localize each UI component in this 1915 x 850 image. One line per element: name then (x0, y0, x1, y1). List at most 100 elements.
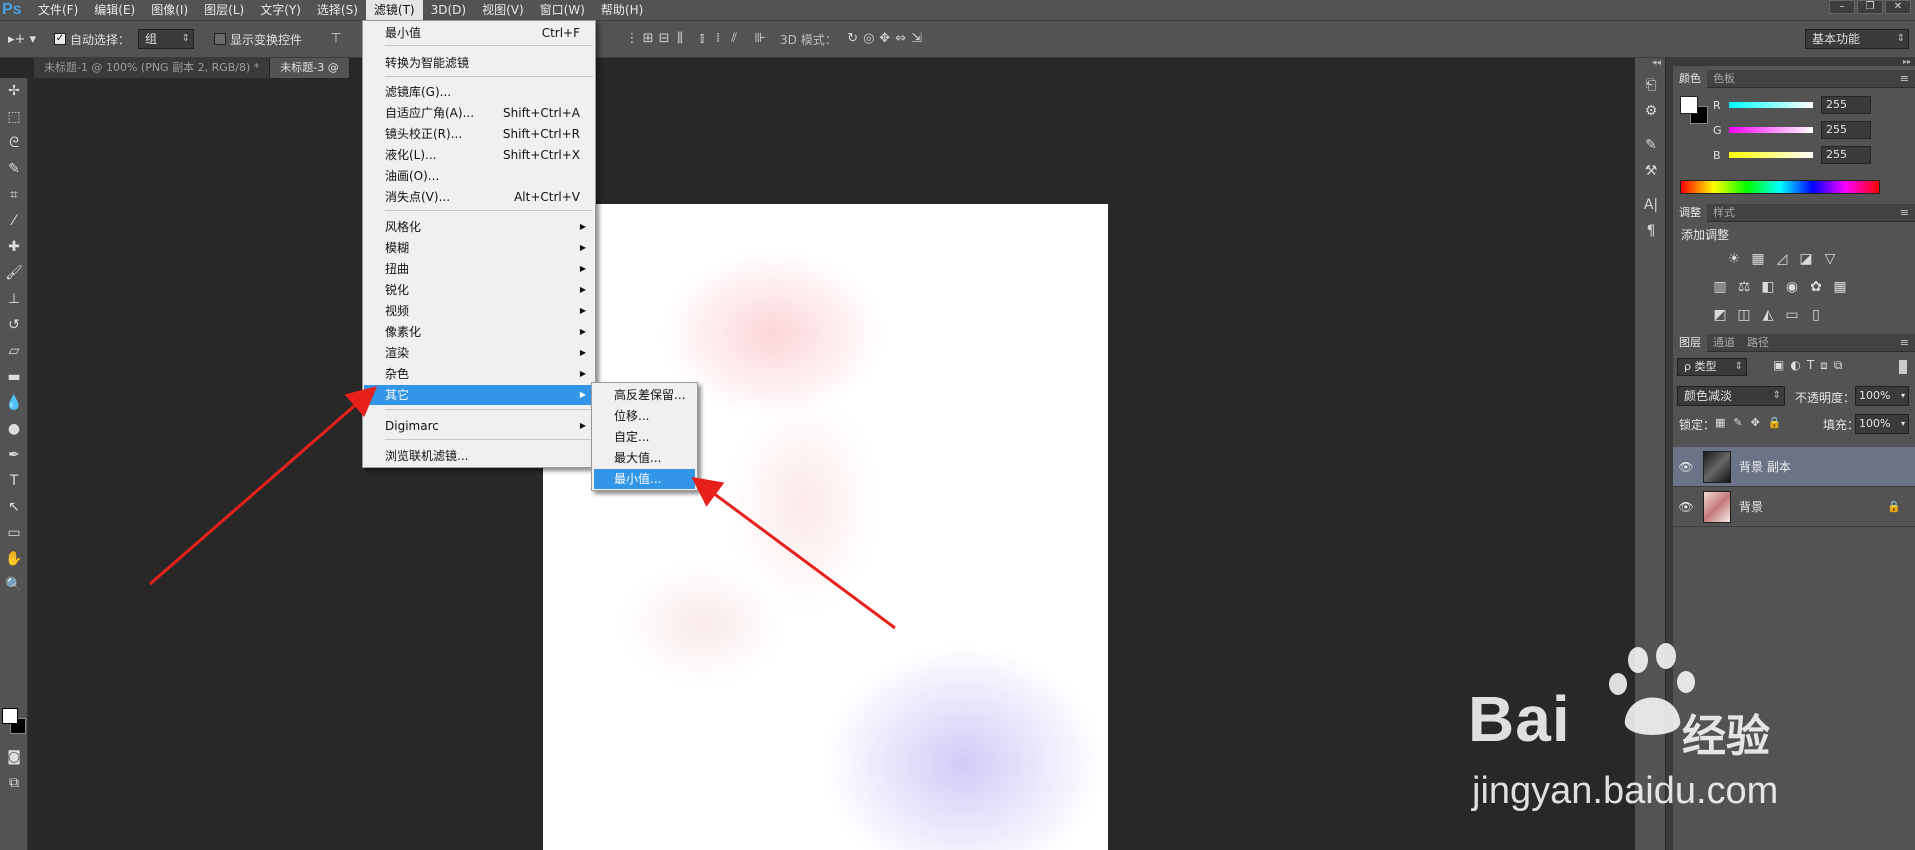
filter-toggle[interactable] (1899, 360, 1907, 374)
submenu-item-high-pass[interactable]: 高反差保留... (594, 385, 695, 405)
tab-paths[interactable]: 路径 (1741, 334, 1775, 352)
fill-input[interactable]: 100% ▾ (1855, 414, 1909, 434)
gradient-tool-icon[interactable]: ▬ (0, 364, 28, 390)
layer-row-background-copy[interactable]: 👁 背景 副本 (1673, 447, 1915, 487)
slider-b[interactable] (1729, 152, 1813, 158)
submenu-item-offset[interactable]: 位移... (594, 406, 695, 426)
menu-edit[interactable]: 编辑(E) (86, 0, 143, 20)
menu-filter[interactable]: 滤镜(T) (365, 0, 423, 20)
tab-document-3[interactable]: 未标题-3 @ (270, 58, 350, 78)
menu-view[interactable]: 视图(V) (474, 0, 532, 20)
photo-filter-icon[interactable]: ◉ (1781, 276, 1803, 298)
history-brush-tool-icon[interactable]: ↺ (0, 312, 28, 338)
distribute-icon-3[interactable]: ⊟ (656, 31, 672, 47)
layer-row-background[interactable]: 👁 背景 🔒 (1673, 487, 1915, 527)
menu-item-browse-online[interactable]: 浏览联机滤镜... (364, 446, 594, 466)
layer-name[interactable]: 背景 (1739, 498, 1763, 515)
tab-swatches[interactable]: 色板 (1707, 70, 1741, 88)
3d-slide-icon[interactable]: ⇔ (893, 31, 909, 47)
submenu-item-minimum[interactable]: 最小值... (594, 469, 695, 489)
blur-tool-icon[interactable]: 💧 (0, 390, 28, 416)
tab-color[interactable]: 颜色 (1673, 70, 1707, 88)
3d-roll-icon[interactable]: ◎ (861, 31, 877, 47)
menu-layer[interactable]: 图层(L) (196, 0, 252, 20)
lock-image-icon[interactable]: ✎ (1733, 416, 1742, 429)
brush-tool-icon[interactable]: 🖌 (0, 260, 28, 286)
auto-select-dropdown[interactable]: 组 (138, 29, 195, 49)
eyedropper-tool-icon[interactable]: ⁄ (0, 208, 28, 234)
menu-item-adaptive-wide-angle[interactable]: 自适应广角(A)... Shift+Ctrl+A (364, 103, 594, 123)
blend-mode-dropdown[interactable]: 颜色减淡 (1677, 386, 1785, 406)
show-transform-checkbox[interactable] (214, 33, 227, 45)
tab-document-1[interactable]: 未标题-1 @ 100% (PNG 副本 2, RGB/8) * (34, 58, 271, 78)
paragraph-panel-icon[interactable]: ¶ (1635, 218, 1667, 244)
distribute-icon-4[interactable]: ⫼ (672, 31, 688, 47)
visibility-eye-icon[interactable]: 👁 (1673, 500, 1699, 514)
menu-item-pixelate[interactable]: 像素化 ▶ (364, 322, 594, 342)
dodge-tool-icon[interactable]: ● (0, 416, 28, 442)
filter-smart-icon[interactable]: ⧉ (1834, 358, 1843, 373)
menu-type[interactable]: 文字(Y) (252, 0, 309, 20)
menu-item-oil-paint[interactable]: 油画(O)... (364, 166, 594, 186)
invert-icon[interactable]: ◩ (1709, 304, 1731, 326)
menu-select[interactable]: 选择(S) (309, 0, 366, 20)
input-r[interactable]: 255 (1821, 96, 1871, 114)
menu-item-video[interactable]: 视频 ▶ (364, 301, 594, 321)
menu-item-last-filter[interactable]: 最小值 Ctrl+F (364, 23, 594, 43)
distribute-icon-1[interactable]: ⋮ (624, 31, 640, 47)
workspace-dropdown[interactable]: 基本功能 (1805, 29, 1909, 49)
threshold-icon[interactable]: ◭ (1757, 304, 1779, 326)
color-spectrum-ramp[interactable] (1680, 180, 1880, 194)
restore-button[interactable]: ❐ (1857, 0, 1883, 14)
brush-presets-icon[interactable]: ⚒ (1635, 158, 1667, 184)
selective-color-icon[interactable]: ▯ (1805, 304, 1827, 326)
distribute-icon-6[interactable]: ⁞ (710, 31, 726, 47)
quick-select-tool-icon[interactable]: ✎ (0, 156, 28, 182)
tab-adjustments[interactable]: 调整 (1673, 204, 1707, 222)
auto-align-icon[interactable]: ⊪ (752, 31, 768, 47)
input-b[interactable]: 255 (1821, 146, 1871, 164)
menu-file[interactable]: 文件(F) (30, 0, 86, 20)
type-tool-icon[interactable]: T (0, 468, 28, 494)
collapse-dock-icon[interactable]: ◂◂ (1635, 58, 1665, 72)
gradient-map-icon[interactable]: ▭ (1781, 304, 1803, 326)
channel-mixer-icon[interactable]: ✿ (1805, 276, 1827, 298)
menu-item-noise[interactable]: 杂色 ▶ (364, 364, 594, 384)
menu-help[interactable]: 帮助(H) (593, 0, 651, 20)
menu-3d[interactable]: 3D(D) (423, 0, 474, 20)
marquee-tool-icon[interactable]: ⬚ (0, 104, 28, 130)
menu-item-filter-gallery[interactable]: 滤镜库(G)... (364, 82, 594, 102)
black-white-icon[interactable]: ◧ (1757, 276, 1779, 298)
tab-channels[interactable]: 通道 (1707, 334, 1741, 352)
document-canvas[interactable] (543, 204, 1108, 850)
auto-select-checkbox[interactable]: ✓ (54, 33, 66, 45)
menu-item-liquify[interactable]: 液化(L)... Shift+Ctrl+X (364, 145, 594, 165)
slider-r[interactable] (1729, 102, 1813, 108)
menu-image[interactable]: 图像(I) (143, 0, 196, 20)
menu-item-convert-smart-filter[interactable]: 转换为智能滤镜 (364, 53, 594, 73)
3d-scale-icon[interactable]: ⇲ (909, 31, 925, 47)
panel-menu-icon[interactable]: ≡ (1900, 334, 1915, 351)
menu-item-vanishing-point[interactable]: 消失点(V)... Alt+Ctrl+V (364, 187, 594, 207)
color-lookup-icon[interactable]: ▦ (1829, 276, 1851, 298)
move-tool-icon[interactable]: ✢ (0, 78, 28, 104)
screen-mode-icon[interactable]: ⧉ (0, 770, 28, 796)
filter-pixel-icon[interactable]: ▣ (1773, 358, 1784, 373)
color-balance-icon[interactable]: ⚖ (1733, 276, 1755, 298)
move-tool-preset-icon[interactable]: ▸+ ▾ (0, 32, 44, 47)
curves-icon[interactable]: ◿ (1771, 248, 1793, 270)
exposure-icon[interactable]: ◪ (1795, 248, 1817, 270)
menu-item-sharpen[interactable]: 锐化 ▶ (364, 280, 594, 300)
3d-rotate-icon[interactable]: ↻ (845, 31, 861, 47)
menu-item-distort[interactable]: 扭曲 ▶ (364, 259, 594, 279)
lasso-tool-icon[interactable]: ᘓ (0, 130, 28, 156)
path-select-tool-icon[interactable]: ↖ (0, 494, 28, 520)
submenu-item-custom[interactable]: 自定... (594, 427, 695, 447)
panel-menu-icon[interactable]: ≡ (1900, 204, 1915, 221)
filter-type-icon[interactable]: T (1807, 358, 1814, 373)
distribute-icon-7[interactable]: ⫽ (726, 31, 742, 47)
lock-transparent-icon[interactable]: ▦ (1715, 416, 1725, 429)
menu-item-render[interactable]: 渲染 ▶ (364, 343, 594, 363)
menu-item-stylize[interactable]: 风格化 ▶ (364, 217, 594, 237)
lock-position-icon[interactable]: ✥ (1751, 416, 1760, 429)
